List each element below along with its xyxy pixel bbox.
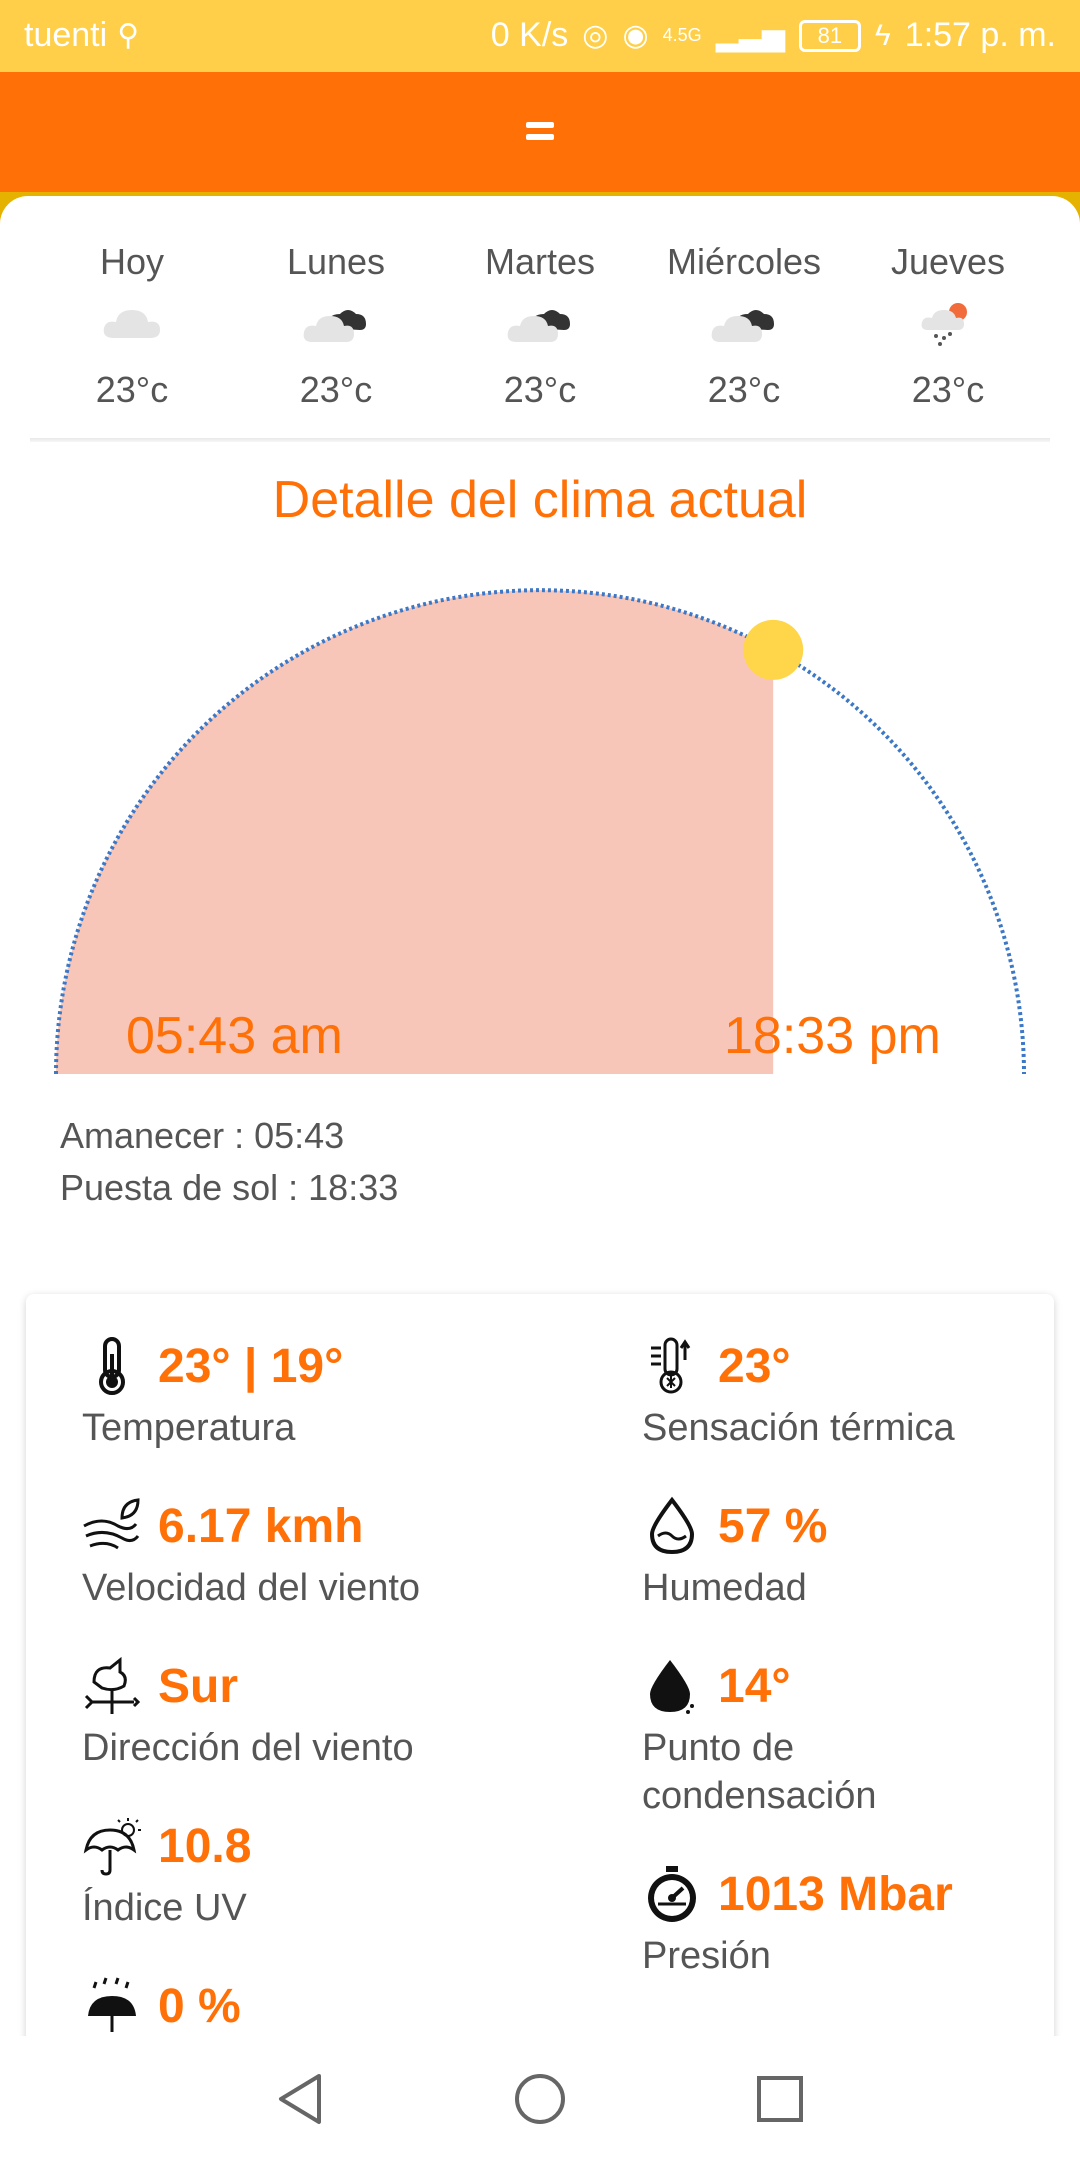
forecast-day-name: Miércoles <box>666 241 822 282</box>
battery-level: 81 <box>817 22 843 48</box>
metric-value: 0 % <box>158 1979 241 2033</box>
metric-presion: 1013 Mbar Presión <box>642 1862 953 1980</box>
forecast-temp: 23°c <box>911 369 985 410</box>
metric-label: Dirección del viento <box>82 1727 414 1769</box>
metric-value: 10.8 <box>158 1819 252 1873</box>
sun-path-chart <box>54 588 1026 1075</box>
forecast-day-martes[interactable]: Martes 23°c <box>438 236 642 442</box>
forecast-strip[interactable]: Hoy 23°c Lunes 23°c Martes 23°c Miércole… <box>30 236 1050 442</box>
battery-icon: 81 <box>798 19 861 52</box>
metric-label: Índice UV <box>82 1887 247 1929</box>
recents-icon[interactable] <box>745 2064 815 2134</box>
metric-value: 23° | 19° <box>158 1339 344 1393</box>
metric-label: Sensación térmica <box>642 1407 955 1449</box>
sunset-time: 18:33 pm <box>724 1007 941 1065</box>
hotspot-icon: ◎ <box>582 19 609 52</box>
metric-temperatura: 23° | 19° Temperatura <box>82 1334 343 1452</box>
uv-umbrella-icon <box>82 1814 142 1878</box>
forecast-temp: 23°c <box>707 369 781 410</box>
weathervane-icon <box>82 1654 142 1718</box>
forecast-day-name: Jueves <box>890 241 1006 282</box>
thermometer-icon <box>82 1334 142 1398</box>
dark-clouds-icon <box>234 288 438 360</box>
metric-value: 57 % <box>718 1499 828 1553</box>
dark-clouds-icon <box>438 288 642 360</box>
metric-condensacion: 14° Punto de condensación <box>642 1654 1022 1820</box>
wind-icon <box>82 1494 142 1558</box>
metric-label: Punto de condensación <box>642 1727 877 1817</box>
feels-like-thermometer-icon <box>642 1334 702 1398</box>
forecast-temp: 23°c <box>95 369 169 410</box>
metric-value: 1013 Mbar <box>718 1867 953 1921</box>
metric-lluvia: 0 % <box>82 1974 241 2038</box>
metric-value: 14° <box>718 1659 791 1713</box>
cloud-icon <box>30 288 234 360</box>
forecast-day-name: Hoy <box>99 241 165 282</box>
forecast-temp: 23°c <box>299 369 373 410</box>
forecast-day-lunes[interactable]: Lunes 23°c <box>234 236 438 442</box>
weather-details-card: 23° | 19° Temperatura 23° Sensación térm… <box>26 1294 1054 2054</box>
forecast-day-name: Lunes <box>286 241 386 282</box>
metric-label: Temperatura <box>82 1407 296 1449</box>
sunrise-text: Amanecer : 05:43 <box>60 1115 345 1156</box>
back-icon[interactable] <box>265 2064 335 2134</box>
forecast-day-name: Martes <box>484 241 596 282</box>
detail-title: Detalle del clima actual <box>272 471 808 529</box>
metric-humedad: 57 % Humedad <box>642 1494 827 1612</box>
network-type: 4.5G <box>662 25 702 45</box>
humidity-drop-icon <box>642 1494 702 1558</box>
forecast-temp: 23°c <box>503 369 577 410</box>
metric-viento-direccion: Sur Dirección del viento <box>82 1654 414 1772</box>
sunrise-time: 05:43 am <box>126 1007 343 1065</box>
home-icon[interactable] <box>505 2064 575 2134</box>
rain-umbrella-icon <box>82 1974 142 2038</box>
snow-sun-icon <box>846 288 1050 360</box>
dark-clouds-icon <box>642 288 846 360</box>
forecast-day-hoy[interactable]: Hoy 23°c <box>30 236 234 442</box>
daylight-area <box>56 590 774 1074</box>
forecast-day-jueves[interactable]: Jueves 23°c <box>846 236 1050 442</box>
sunset-text: Puesta de sol : 18:33 <box>60 1167 399 1208</box>
sun-info: Amanecer : 05:43 Puesta de sol : 18:33 <box>60 1110 398 1214</box>
pressure-gauge-icon <box>642 1862 702 1926</box>
forecast-divider <box>30 438 1050 442</box>
menu-icon[interactable] <box>526 120 554 144</box>
metric-viento-velocidad: 6.17 kmh Velocidad del viento <box>82 1494 420 1612</box>
metric-label: Humedad <box>642 1567 807 1609</box>
app-toolbar <box>0 72 1080 192</box>
status-bar: tuenti ⚲ 0 K/s ◎ ◉ 4.5G ▂▃▅ 81 ϟ 1:57 p.… <box>0 0 1080 72</box>
metric-value: 23° <box>718 1339 791 1393</box>
metric-uv: 10.8 Índice UV <box>82 1814 251 1932</box>
clock: 1:57 p. m. <box>904 16 1056 54</box>
metric-sensacion: 23° Sensación térmica <box>642 1334 955 1452</box>
usb-icon: ⚲ <box>117 19 140 52</box>
system-nav-bar <box>0 2036 1080 2160</box>
carrier-label: tuenti <box>24 16 108 54</box>
dew-point-drop-icon <box>642 1654 702 1718</box>
metric-label: Velocidad del viento <box>82 1567 421 1609</box>
metric-value: 6.17 kmh <box>158 1499 364 1553</box>
eye-icon: ◉ <box>622 19 649 52</box>
sun-position-marker <box>743 619 804 680</box>
signal-icon: ▂▃▅ <box>715 19 785 52</box>
network-speed: 0 K/s <box>490 16 569 54</box>
forecast-day-miercoles[interactable]: Miércoles 23°c <box>642 236 846 442</box>
metric-value: Sur <box>158 1659 239 1713</box>
charging-icon: ϟ <box>874 18 891 52</box>
metric-label: Presión <box>642 1935 771 1977</box>
